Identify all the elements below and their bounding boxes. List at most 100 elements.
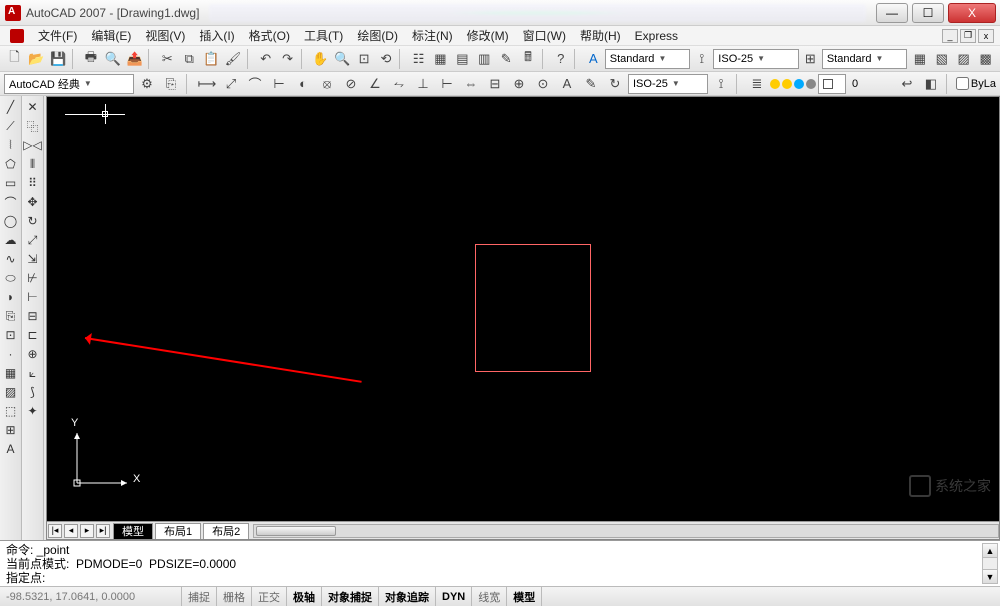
osnap-toggle[interactable]: 对象捕捉 xyxy=(322,587,379,606)
menu-modify[interactable]: 修改(M) xyxy=(461,27,515,44)
mtext-tool[interactable]: A xyxy=(2,440,20,458)
properties-button[interactable]: ☷ xyxy=(408,48,429,70)
scroll-up-button[interactable]: ▲ xyxy=(983,544,997,558)
dim-break-button[interactable]: ⊟ xyxy=(484,73,506,95)
window-tile-button[interactable]: ▦ xyxy=(909,48,930,70)
dimstyle-combo[interactable]: ISO-25▼ xyxy=(713,49,799,69)
zoom-previous-button[interactable]: ⟲ xyxy=(375,48,396,70)
paste-button[interactable]: 📋 xyxy=(201,48,222,70)
tab-model[interactable]: 模型 xyxy=(113,523,153,539)
explode-tool[interactable]: ✦ xyxy=(24,402,42,420)
window-minimize-button[interactable]: — xyxy=(876,3,908,23)
zoom-window-button[interactable]: ⊡ xyxy=(354,48,375,70)
workspace-save-button[interactable]: ⎘ xyxy=(160,73,182,95)
layer-manager-button[interactable]: ≣ xyxy=(746,73,768,95)
new-button[interactable]: 🗋 xyxy=(4,48,25,70)
zoom-realtime-button[interactable]: 🔍 xyxy=(332,48,353,70)
horizontal-scrollbar[interactable] xyxy=(253,524,999,538)
trim-tool[interactable]: ⊬ xyxy=(24,269,42,287)
dim-arc-button[interactable]: ⌒ xyxy=(244,73,266,95)
tablestyle-combo[interactable]: Standard▼ xyxy=(822,49,908,69)
color-control-button[interactable]: ◧ xyxy=(920,73,942,95)
move-tool[interactable]: ✥ xyxy=(24,193,42,211)
copy-button[interactable]: ⧉ xyxy=(179,48,200,70)
table-tool[interactable]: ⊞ xyxy=(2,421,20,439)
menu-dimension[interactable]: 标注(N) xyxy=(406,27,459,44)
open-button[interactable]: 📂 xyxy=(26,48,47,70)
tolerance-button[interactable]: ⊕ xyxy=(508,73,530,95)
mdi-restore-button[interactable]: ❐ xyxy=(960,29,976,43)
tablestyle-icon[interactable]: ⊞ xyxy=(800,48,821,70)
hatch-tool[interactable]: ▦ xyxy=(2,364,20,382)
menu-express[interactable]: Express xyxy=(629,29,684,43)
break-at-point-tool[interactable]: ⊟ xyxy=(24,307,42,325)
scroll-down-button[interactable]: ▼ xyxy=(983,569,997,583)
command-line[interactable]: 命令: _point 当前点模式: PDMODE=0 PDSIZE=0.0000… xyxy=(0,540,1000,586)
window-arrange-button[interactable]: ▨ xyxy=(953,48,974,70)
coordinate-readout[interactable]: -98.5321, 17.0641, 0.0000 xyxy=(0,587,182,606)
redo-button[interactable]: ↷ xyxy=(277,48,298,70)
polar-toggle[interactable]: 极轴 xyxy=(287,587,322,606)
spline-tool[interactable]: ∿ xyxy=(2,250,20,268)
mdi-close-button[interactable]: x xyxy=(978,29,994,43)
drawing-canvas[interactable]: X Y 系统之家 xyxy=(47,97,999,521)
tab-layout1[interactable]: 布局1 xyxy=(155,523,201,539)
revision-cloud-tool[interactable]: ☁ xyxy=(2,231,20,249)
cut-button[interactable]: ✂ xyxy=(157,48,178,70)
circle-tool[interactable]: ◯ xyxy=(2,212,20,230)
mirror-tool[interactable]: ▷◁ xyxy=(24,136,42,154)
command-scrollbar[interactable]: ▲ ▼ xyxy=(982,543,998,584)
tool-palettes-button[interactable]: ▤ xyxy=(452,48,473,70)
window-close-button[interactable]: X xyxy=(948,3,996,23)
dim-space-button[interactable]: ⇔ xyxy=(460,73,482,95)
dim-quick-button[interactable]: ⥊ xyxy=(388,73,410,95)
dim-edit-button[interactable]: A xyxy=(556,73,578,95)
tab-nav-next[interactable]: ▸ xyxy=(80,524,94,538)
copy-tool[interactable]: ⿻ xyxy=(24,117,42,135)
plot-preview-button[interactable]: 🔍 xyxy=(102,48,123,70)
construction-line-tool[interactable]: ⟋ xyxy=(2,117,20,135)
extend-tool[interactable]: ⊢ xyxy=(24,288,42,306)
menu-tools[interactable]: 工具(T) xyxy=(298,27,349,44)
ortho-toggle[interactable]: 正交 xyxy=(252,587,287,606)
dim-linear-button[interactable]: ⟼ xyxy=(196,73,218,95)
pan-button[interactable]: ✋ xyxy=(310,48,331,70)
dim-style-button[interactable]: ⟟ xyxy=(710,73,732,95)
undo-button[interactable]: ↶ xyxy=(255,48,276,70)
array-tool[interactable]: ⠿ xyxy=(24,174,42,192)
sheet-set-button[interactable]: ▥ xyxy=(474,48,495,70)
region-tool[interactable]: ⬚ xyxy=(2,402,20,420)
stretch-tool[interactable]: ⇲ xyxy=(24,250,42,268)
fillet-tool[interactable]: ⟆ xyxy=(24,383,42,401)
polyline-tool[interactable]: ⦚ xyxy=(2,136,20,154)
lineweight-toggle[interactable]: 线宽 xyxy=(472,587,507,606)
workspace-combo[interactable]: AutoCAD 经典▼ xyxy=(4,74,134,94)
break-tool[interactable]: ⊏ xyxy=(24,326,42,344)
center-mark-button[interactable]: ⊙ xyxy=(532,73,554,95)
line-tool[interactable]: ╱ xyxy=(2,98,20,116)
make-block-tool[interactable]: ⊡ xyxy=(2,326,20,344)
menu-view[interactable]: 视图(V) xyxy=(139,27,191,44)
layer-previous-button[interactable]: ↩ xyxy=(896,73,918,95)
publish-button[interactable]: 📤 xyxy=(124,48,145,70)
window-switch-button[interactable]: ▩ xyxy=(975,48,996,70)
dim-aligned-button[interactable]: ⤢ xyxy=(220,73,242,95)
mdi-minimize-button[interactable]: _ xyxy=(942,29,958,43)
rotate-tool[interactable]: ↻ xyxy=(24,212,42,230)
dim-jogged-button[interactable]: ⦻ xyxy=(316,73,338,95)
dim-angular-button[interactable]: ∠ xyxy=(364,73,386,95)
textstyle-combo[interactable]: Standard▼ xyxy=(605,49,691,69)
menu-window[interactable]: 窗口(W) xyxy=(517,27,572,44)
chamfer-tool[interactable]: ⟀ xyxy=(24,364,42,382)
menu-format[interactable]: 格式(O) xyxy=(243,27,296,44)
bylayer-checkbox[interactable] xyxy=(956,77,969,90)
snap-toggle[interactable]: 捕捉 xyxy=(182,587,217,606)
dim-continue-button[interactable]: ⊢ xyxy=(436,73,458,95)
ellipse-arc-tool[interactable]: ◗ xyxy=(2,288,20,306)
gradient-tool[interactable]: ▨ xyxy=(2,383,20,401)
tab-layout2[interactable]: 布局2 xyxy=(203,523,249,539)
design-center-button[interactable]: ▦ xyxy=(430,48,451,70)
rectangle-tool[interactable]: ▭ xyxy=(2,174,20,192)
menu-edit[interactable]: 编辑(E) xyxy=(85,27,137,44)
erase-tool[interactable]: ✕ xyxy=(24,98,42,116)
